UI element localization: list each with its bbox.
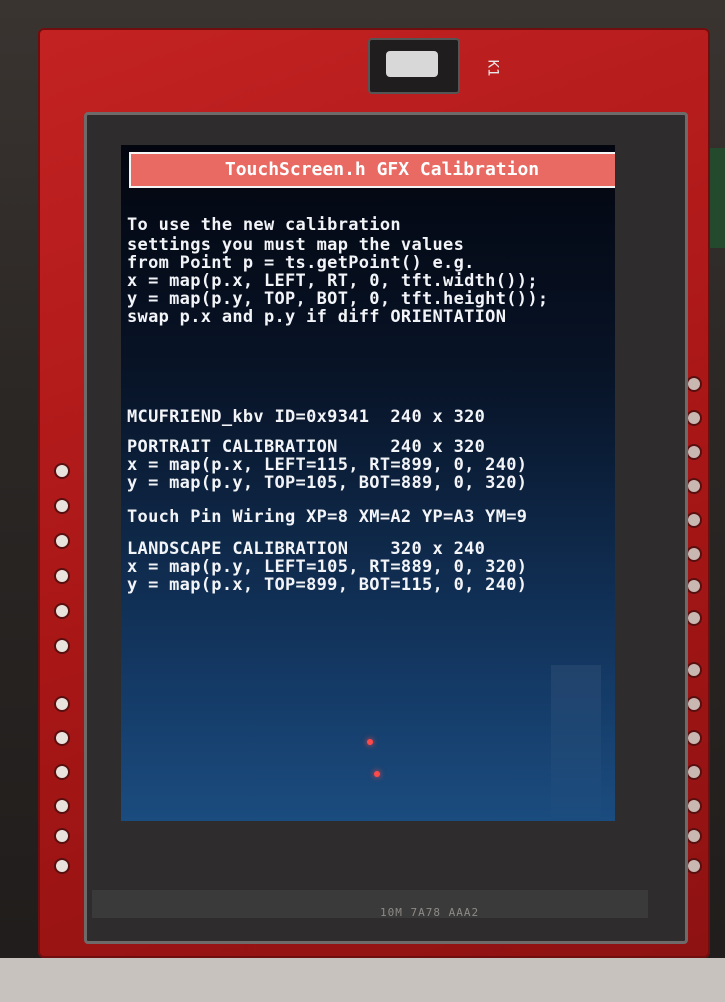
header-pin: [688, 480, 700, 492]
table-surface: [0, 958, 725, 1002]
header-pin: [56, 605, 68, 617]
silkscreen-label: K1: [484, 59, 501, 77]
header-pin: [688, 860, 700, 872]
touch-point-marker: [374, 771, 380, 777]
instruction-line: from Point p = ts.getPoint() e.g.: [127, 253, 475, 273]
screen-glare: [551, 665, 601, 821]
landscape-calibration-heading: LANDSCAPE CALIBRATION 320 x 240: [127, 539, 486, 559]
header-pin: [688, 766, 700, 778]
header-pin: [688, 664, 700, 676]
controller-id-line: MCUFRIEND_kbv ID=0x9341 240 x 320: [127, 407, 486, 427]
header-pin: [688, 412, 700, 424]
header-pin: [688, 612, 700, 624]
header-pin: [56, 766, 68, 778]
landscape-y-map: y = map(p.x, TOP=899, BOT=115, 0, 240): [127, 575, 528, 595]
header-pin: [56, 535, 68, 547]
touchscreen-display[interactable]: TouchScreen.h GFX Calibration To use the…: [121, 145, 615, 821]
portrait-y-map: y = map(p.y, TOP=105, BOT=889, 0, 320): [127, 473, 528, 493]
header-pin: [56, 640, 68, 652]
header-pin: [56, 570, 68, 582]
landscape-x-map: x = map(p.y, LEFT=105, RT=889, 0, 320): [127, 557, 528, 577]
header-pin: [56, 698, 68, 710]
display-flex-strip: [92, 890, 648, 918]
header-pin: [688, 446, 700, 458]
display-part-code: 10M 7A78 AAA2: [380, 906, 480, 919]
header-pin: [56, 465, 68, 477]
touch-pin-wiring: Touch Pin Wiring XP=8 XM=A2 YP=A3 YM=9: [127, 507, 528, 527]
instruction-line: x = map(p.x, LEFT, RT, 0, tft.width());: [127, 271, 538, 291]
header-pin: [688, 378, 700, 390]
header-pin: [688, 830, 700, 842]
instruction-line: swap p.x and p.y if diff ORIENTATION: [127, 307, 507, 327]
header-pin: [688, 580, 700, 592]
header-pin: [56, 800, 68, 812]
reset-button-cap[interactable]: [386, 51, 438, 77]
header-pin: [56, 830, 68, 842]
header-pin: [688, 548, 700, 560]
touch-point-marker: [367, 739, 373, 745]
header-pin: [688, 698, 700, 710]
portrait-x-map: x = map(p.x, LEFT=115, RT=899, 0, 240): [127, 455, 528, 475]
instruction-line: To use the new calibration: [127, 215, 401, 235]
header-pin: [56, 500, 68, 512]
header-pin: [56, 732, 68, 744]
portrait-calibration-heading: PORTRAIT CALIBRATION 240 x 320: [127, 437, 486, 457]
header-pin: [688, 732, 700, 744]
header-pin: [56, 860, 68, 872]
header-pin: [688, 514, 700, 526]
header-pin: [688, 800, 700, 812]
instruction-line: settings you must map the values: [127, 235, 465, 255]
calibration-title-bar: TouchScreen.h GFX Calibration: [129, 152, 615, 188]
instruction-line: y = map(p.y, TOP, BOT, 0, tft.height());: [127, 289, 549, 309]
